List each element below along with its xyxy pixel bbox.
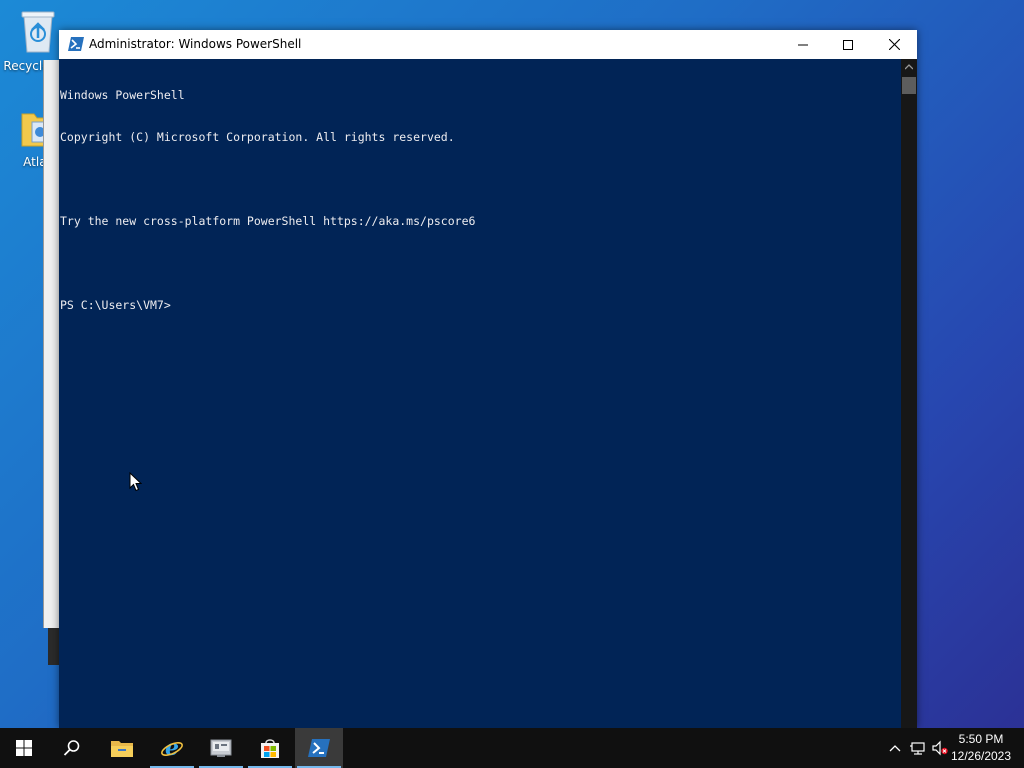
start-icon	[16, 740, 32, 756]
internet-explorer-button[interactable]: e	[148, 728, 196, 768]
clock-time: 5:50 PM	[958, 732, 1004, 746]
taskbar: e 5:50 PM 12/26/2023	[0, 728, 1024, 768]
close-button[interactable]	[871, 30, 917, 59]
file-explorer-button[interactable]	[98, 728, 146, 768]
mouse-cursor-icon	[129, 472, 142, 492]
search-icon	[63, 740, 80, 756]
server-manager-button[interactable]	[197, 728, 245, 768]
svg-text:e: e	[165, 736, 179, 760]
console-output[interactable]: Windows PowerShell Copyright (C) Microso…	[59, 59, 901, 728]
powershell-icon	[308, 739, 330, 757]
start-button[interactable]	[0, 728, 48, 768]
window-title: Administrator: Windows PowerShell	[89, 37, 302, 51]
powershell-window[interactable]: Administrator: Windows PowerShell Window…	[59, 30, 917, 728]
file-explorer-icon	[111, 741, 133, 757]
powershell-icon	[68, 37, 84, 51]
search-button[interactable]	[48, 728, 96, 768]
internet-explorer-icon: e	[161, 736, 183, 760]
store-icon	[261, 739, 279, 758]
recycle-bin-icon	[21, 11, 55, 53]
store-button[interactable]	[246, 728, 294, 768]
chevron-up-icon[interactable]	[887, 740, 903, 756]
clock[interactable]: 5:50 PM 12/26/2023	[946, 731, 1016, 765]
network-icon[interactable]	[910, 740, 926, 756]
console-line: Windows PowerShell	[60, 88, 185, 102]
console-line: Copyright (C) Microsoft Corporation. All…	[60, 130, 455, 144]
title-bar[interactable]: Administrator: Windows PowerShell	[59, 30, 917, 59]
console-prompt[interactable]: PS C:\Users\VM7>	[60, 298, 901, 312]
vertical-scrollbar[interactable]	[901, 59, 917, 728]
minimize-icon	[798, 44, 808, 45]
scroll-up-arrow-icon[interactable]	[905, 64, 913, 70]
maximize-icon	[843, 39, 853, 50]
minimize-button[interactable]	[780, 30, 826, 59]
powershell-taskbar-button[interactable]	[295, 728, 343, 768]
desktop: Recycle Bin Atlas Administrator: Windows…	[0, 0, 1024, 768]
close-icon	[888, 39, 900, 50]
console-line: Try the new cross-platform PowerShell ht…	[60, 214, 476, 228]
server-manager-icon	[210, 739, 232, 757]
maximize-button[interactable]	[825, 30, 871, 59]
clock-date: 12/26/2023	[950, 749, 1012, 763]
scrollbar-thumb[interactable]	[902, 77, 916, 94]
